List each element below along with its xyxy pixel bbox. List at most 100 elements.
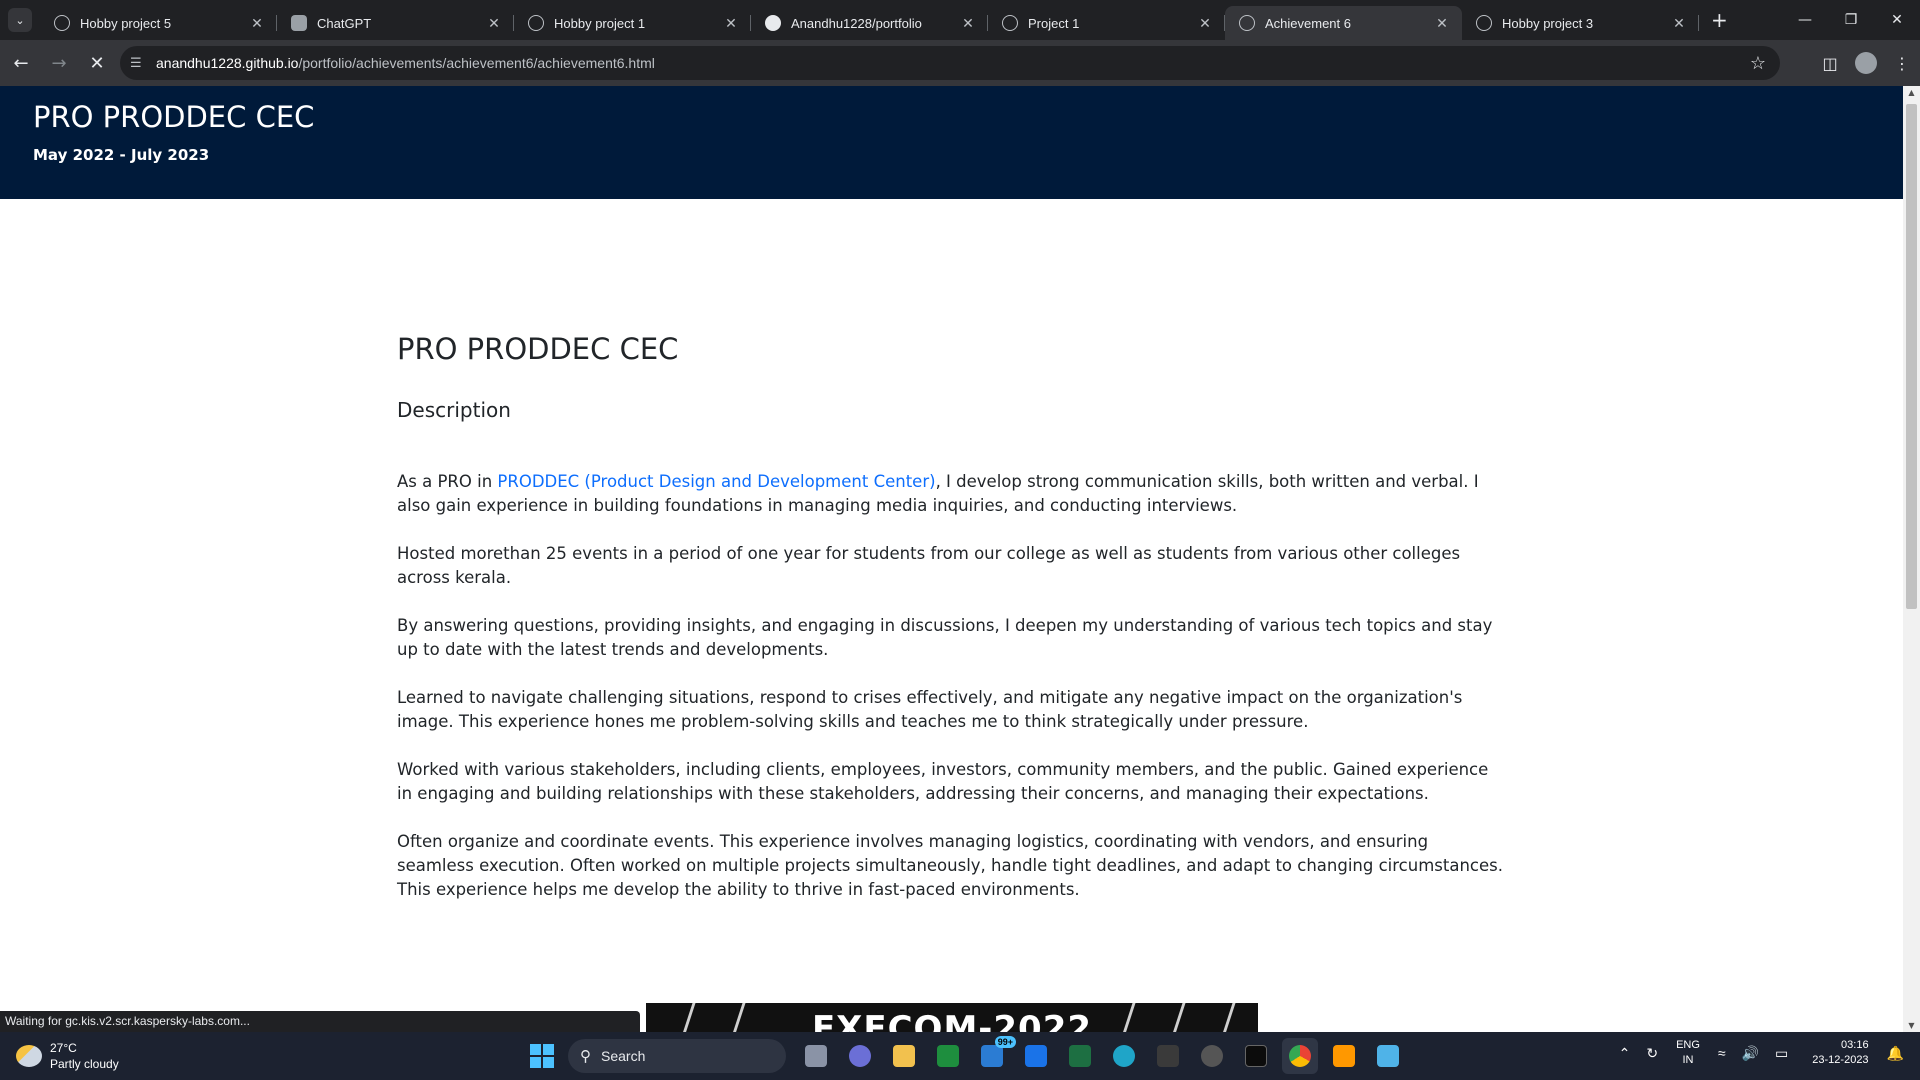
wifi-icon[interactable]: ≈ (1718, 1045, 1726, 1061)
chevron-down-icon: ⌄ (15, 13, 25, 27)
scrollbar-thumb[interactable] (1906, 104, 1917, 609)
battery-icon[interactable]: ▭ (1775, 1045, 1788, 1062)
close-icon[interactable]: ✕ (723, 15, 739, 32)
restore-icon[interactable]: ❐ (1828, 12, 1874, 28)
store-icon[interactable] (1018, 1038, 1054, 1074)
description-paragraph: Learned to navigate challenging situatio… (397, 688, 1463, 731)
forward-arrow-icon[interactable]: → (42, 46, 76, 80)
profile-avatar[interactable] (1855, 52, 1877, 74)
chatgpt-icon (291, 15, 307, 31)
tab-project-1[interactable]: Project 1 ✕ (988, 6, 1225, 40)
close-window-icon[interactable]: ✕ (1874, 12, 1920, 28)
mail-badge: 99+ (994, 1036, 1016, 1048)
poster-title: EXECOM-2022 (811, 1009, 1093, 1032)
stripes-app-icon[interactable] (1150, 1038, 1186, 1074)
achievement-article: PRO PRODDEC CEC Description As a PRO in … (397, 332, 1507, 902)
notification-bell-icon[interactable]: 🔔 (1887, 1045, 1904, 1062)
tab-title: Achievement 6 (1265, 15, 1351, 31)
description-paragraph: Often organize and coordinate events. Th… (397, 832, 1503, 899)
page-scrollbar[interactable]: ▲ ▼ (1903, 86, 1920, 1032)
browser-toolbar: ← → ✕ ☰ anandhu1228.github.io/portfolio/… (0, 40, 1920, 86)
tab-title: Hobby project 1 (554, 15, 646, 31)
close-icon[interactable]: ✕ (960, 15, 976, 32)
new-tab-plus-icon[interactable]: + (1711, 8, 1728, 32)
page-title: PRO PRODDEC CEC (397, 332, 679, 366)
lang-region: IN (1682, 1054, 1694, 1066)
start-windows-icon[interactable] (524, 1038, 560, 1074)
lang-code: ENG (1676, 1039, 1700, 1051)
excel-icon[interactable] (1062, 1038, 1098, 1074)
site-info-icon[interactable]: ☰ (130, 56, 156, 71)
tab-chatgpt[interactable]: ChatGPT ✕ (277, 6, 514, 40)
tab-search-button[interactable]: ⌄ (8, 8, 32, 32)
mail-icon[interactable]: 99+ (974, 1036, 1016, 1074)
taskbar-search[interactable]: ⚲ Search (568, 1039, 786, 1073)
tab-hobby-project-1[interactable]: Hobby project 1 ✕ (514, 6, 751, 40)
toolbar-actions: ◫ ⋮ (1812, 46, 1920, 80)
github-icon (765, 15, 781, 31)
terminal-icon[interactable] (1238, 1038, 1274, 1074)
classroom-icon[interactable] (930, 1038, 966, 1074)
back-arrow-icon[interactable]: ← (4, 46, 38, 80)
scroll-up-arrow-icon[interactable]: ▲ (1903, 88, 1920, 97)
weather-desc: Partly cloudy (50, 1057, 119, 1071)
window-controls: — ❐ ✕ (1782, 12, 1920, 28)
tab-achievement-6[interactable]: Achievement 6 ✕ (1225, 6, 1462, 40)
file-explorer-icon[interactable] (886, 1038, 922, 1074)
chrome-icon[interactable] (1282, 1038, 1318, 1074)
teams-chat-icon[interactable] (842, 1038, 878, 1074)
address-bar[interactable]: ☰ anandhu1228.github.io/portfolio/achiev… (120, 46, 1780, 80)
volume-icon[interactable]: 🔊 (1742, 1045, 1759, 1062)
side-panel-icon[interactable]: ◫ (1812, 46, 1848, 80)
minimize-icon[interactable]: — (1782, 12, 1828, 28)
weather-widget[interactable]: 27°C Partly cloudy (16, 1040, 119, 1072)
url-text[interactable]: anandhu1228.github.io/portfolio/achievem… (156, 55, 655, 71)
clock-date: 23-12-2023 (1812, 1054, 1869, 1066)
chevron-up-icon[interactable]: ⌃ (1619, 1045, 1631, 1062)
camera-app-icon[interactable] (1194, 1038, 1230, 1074)
close-icon[interactable]: ✕ (1671, 15, 1687, 32)
stop-loading-icon[interactable]: ✕ (80, 46, 114, 80)
close-icon[interactable]: ✕ (249, 15, 265, 32)
tab-title: Hobby project 3 (1502, 15, 1594, 31)
scroll-down-arrow-icon[interactable]: ▼ (1903, 1021, 1920, 1030)
tab-title: Project 1 (1028, 15, 1080, 31)
description-paragraph: By answering questions, providing insigh… (397, 616, 1493, 659)
notepad-icon[interactable] (1370, 1038, 1406, 1074)
clock-time: 03:16 (1841, 1039, 1869, 1051)
menu-kebab-icon[interactable]: ⋮ (1884, 46, 1920, 80)
url-path: /portfolio/achievements/achievement6/ach… (298, 55, 655, 71)
globe-icon (54, 15, 70, 31)
description-paragraph: Worked with various stakeholders, includ… (397, 760, 1489, 803)
windows-taskbar: 27°C Partly cloudy ⚲ Search 99+ ⌃ ↻ ENG … (0, 1032, 1920, 1080)
search-icon: ⚲ (580, 1048, 591, 1065)
close-icon[interactable]: ✕ (1197, 15, 1213, 32)
section-title: Description (397, 398, 511, 422)
tab-hobby-project-5[interactable]: Hobby project 5 ✕ (40, 6, 277, 40)
clock[interactable]: 03:16 23-12-2023 (1812, 1038, 1868, 1068)
tab-title: ChatGPT (317, 15, 372, 31)
edge-icon[interactable] (1106, 1038, 1142, 1074)
task-view-icon[interactable] (798, 1038, 834, 1074)
description-paragraph: As a PRO in PRODDEC (Product Design and … (397, 470, 1507, 518)
close-icon[interactable]: ✕ (486, 15, 502, 32)
tab-title: Anandhu1228/portfolio (791, 15, 922, 31)
sublime-text-icon[interactable] (1326, 1038, 1362, 1074)
weather-temp: 27°C (50, 1041, 77, 1055)
tab-hobby-project-3[interactable]: Hobby project 3 ✕ (1462, 6, 1699, 40)
tab-github-portfolio[interactable]: Anandhu1228/portfolio ✕ (751, 6, 988, 40)
status-bubble: Waiting for gc.kis.v2.scr.kaspersky-labs… (0, 1011, 640, 1032)
loading-icon (1239, 15, 1255, 31)
close-icon[interactable]: ✕ (1434, 15, 1450, 32)
page-viewport: PRO PRODDEC CEC May 2022 - July 2023 PRO… (0, 86, 1903, 1032)
language-indicator[interactable]: ENG IN (1676, 1038, 1700, 1068)
hero-title: PRO PRODDEC CEC (33, 100, 315, 134)
proddec-link[interactable]: PRODDEC (Product Design and Development … (497, 472, 935, 491)
paragraph-text: As a PRO in (397, 472, 498, 491)
bookmark-star-icon[interactable]: ☆ (1750, 53, 1766, 74)
globe-icon (528, 15, 544, 31)
description-paragraph: Hosted morethan 25 events in a period of… (397, 544, 1461, 587)
globe-icon (1002, 15, 1018, 31)
sync-icon[interactable]: ↻ (1646, 1045, 1658, 1062)
tab-strip: ⌄ Hobby project 5 ✕ ChatGPT ✕ Hobby proj… (0, 0, 1920, 40)
